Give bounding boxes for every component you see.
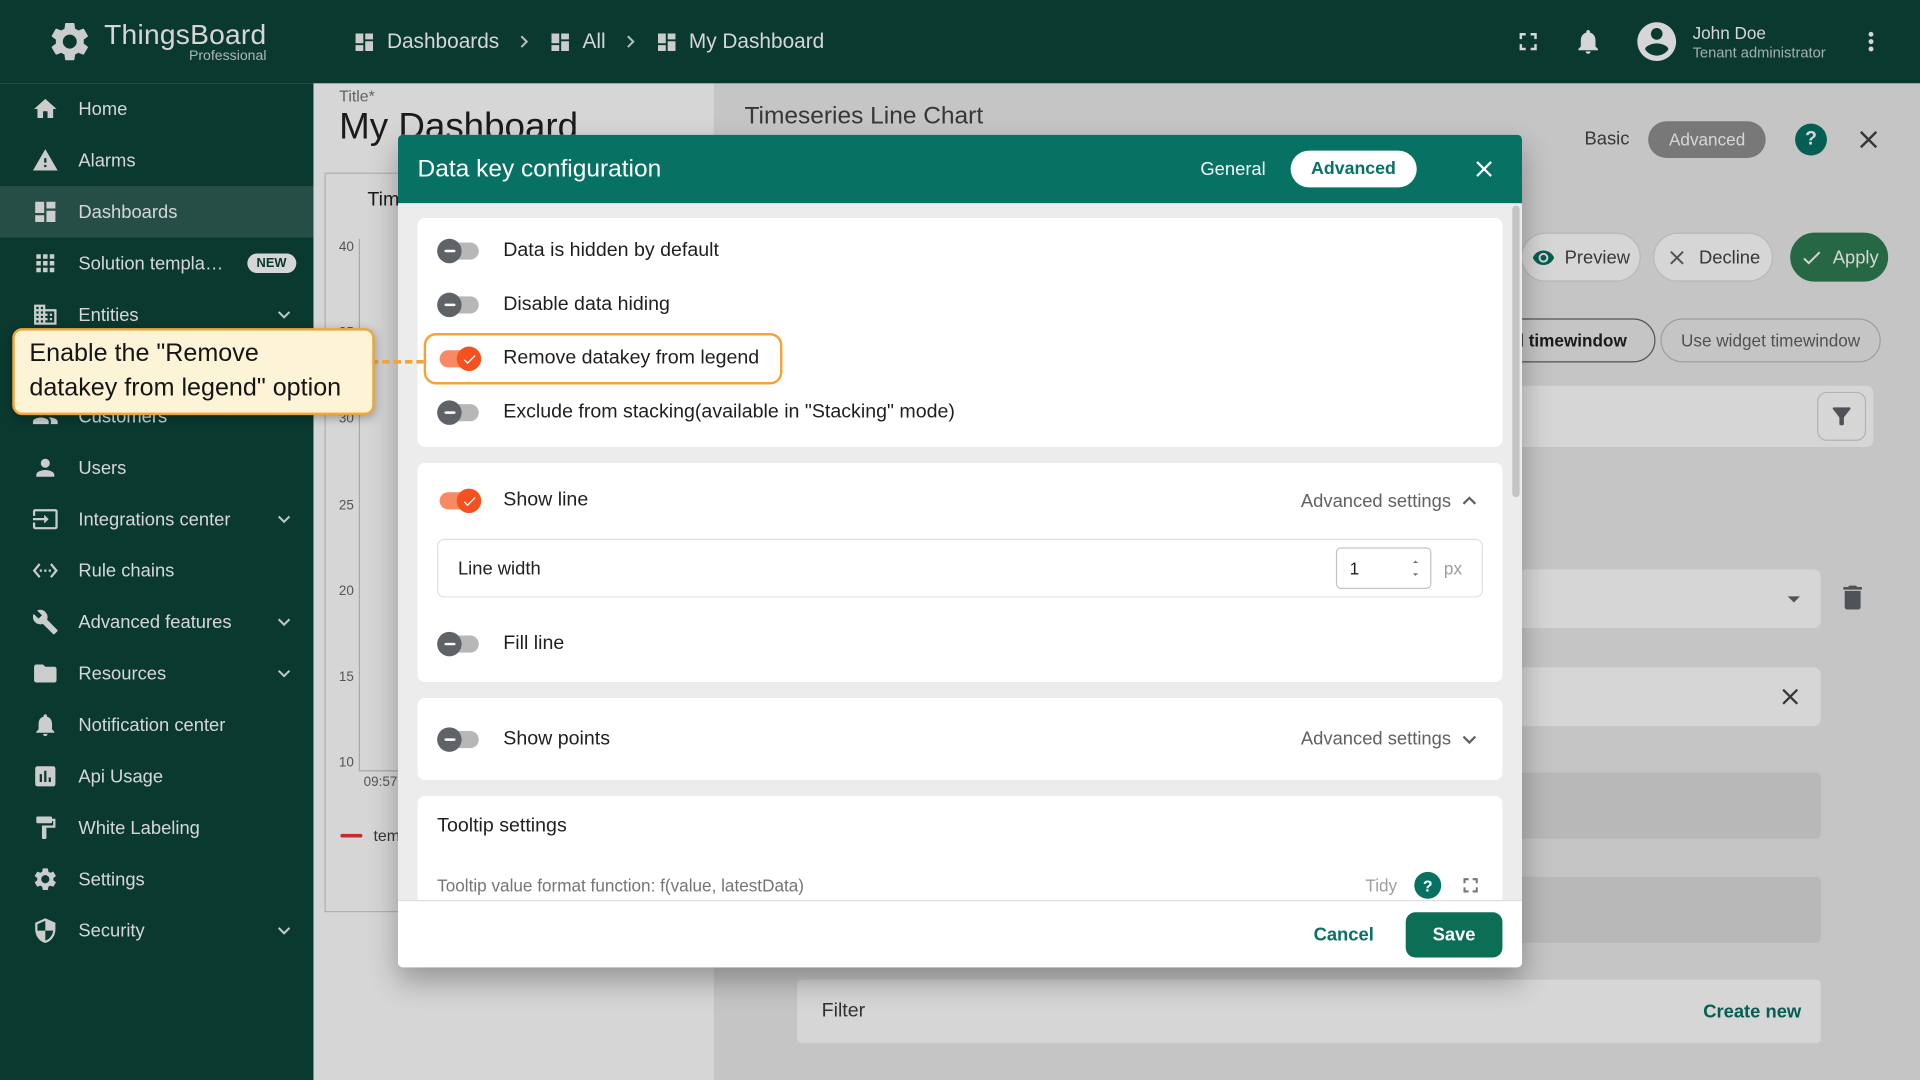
dialog-header: Data key configuration General Advanced [398, 135, 1522, 204]
expand-editor-icon[interactable] [1458, 873, 1482, 897]
line-width-stepper[interactable] [1406, 556, 1426, 580]
show-line-card: Show line Advanced settings Line width 1 [418, 463, 1503, 682]
toggle-row-disable-hiding: Disable data hiding [418, 278, 1503, 332]
disable-hiding-toggle[interactable] [437, 293, 481, 317]
tab-advanced[interactable]: Advanced [1290, 151, 1417, 188]
fill-line-row: Fill line [418, 606, 1503, 682]
toggle-row-exclude-stacking: Exclude from stacking(available in "Stac… [418, 386, 1503, 440]
save-button[interactable]: Save [1406, 912, 1503, 957]
dialog-tabs: General Advanced [1200, 151, 1497, 188]
dialog-footer: Cancel Save [398, 900, 1522, 967]
show-points-toggle[interactable] [437, 727, 481, 751]
fill-line-toggle[interactable] [437, 632, 481, 656]
tidy-button[interactable]: Tidy [1365, 876, 1397, 896]
thingsboard-app: ThingsBoard Professional Dashboards All … [0, 0, 1920, 1080]
check-icon [461, 351, 477, 367]
show-line-toggle[interactable] [437, 489, 481, 513]
points-advanced-settings-toggle[interactable]: Advanced settings [1301, 726, 1483, 753]
cancel-button[interactable]: Cancel [1294, 914, 1393, 954]
dialog-content: Data is hidden by default Disable data h… [398, 203, 1522, 900]
line-width-input[interactable]: 1 [1336, 547, 1432, 589]
stepper-up-icon[interactable] [1406, 556, 1426, 568]
tooltip-settings-title: Tooltip settings [437, 816, 1483, 838]
toggle-row-remove-datakey: Remove datakey from legend [418, 332, 1503, 386]
line-width-field: Line width 1 px [437, 539, 1483, 598]
show-points-card: Show points Advanced settings [418, 698, 1503, 780]
tab-general[interactable]: General [1200, 159, 1265, 180]
chevron-up-icon [1456, 487, 1483, 514]
check-icon [461, 493, 477, 509]
dialog-close-icon[interactable] [1471, 156, 1498, 183]
data-key-configuration-dialog: Data key configuration General Advanced … [398, 135, 1522, 968]
dialog-title: Data key configuration [418, 155, 662, 183]
line-width-unit: px [1444, 558, 1462, 578]
chevron-down-icon [1456, 726, 1483, 753]
modal-scrollbar[interactable] [1512, 206, 1519, 497]
datakey-flags-card: Data is hidden by default Disable data h… [418, 218, 1503, 447]
tooltip-function-row: Tooltip value format function: f(value, … [437, 872, 1483, 899]
show-line-row: Show line Advanced settings [418, 463, 1503, 539]
tooltip-function-label: Tooltip value format function: f(value, … [437, 876, 804, 896]
tooltip-settings-card: Tooltip settings Tooltip value format fu… [418, 796, 1503, 900]
data-hidden-toggle[interactable] [437, 239, 481, 263]
remove-datakey-toggle[interactable] [437, 347, 481, 371]
show-points-row: Show points Advanced settings [418, 698, 1503, 780]
toggle-row-data-hidden: Data is hidden by default [418, 224, 1503, 278]
function-help-icon[interactable]: ? [1414, 872, 1441, 899]
line-advanced-settings-toggle[interactable]: Advanced settings [1301, 487, 1483, 514]
exclude-stacking-toggle[interactable] [437, 400, 481, 424]
stepper-down-icon[interactable] [1406, 568, 1426, 580]
